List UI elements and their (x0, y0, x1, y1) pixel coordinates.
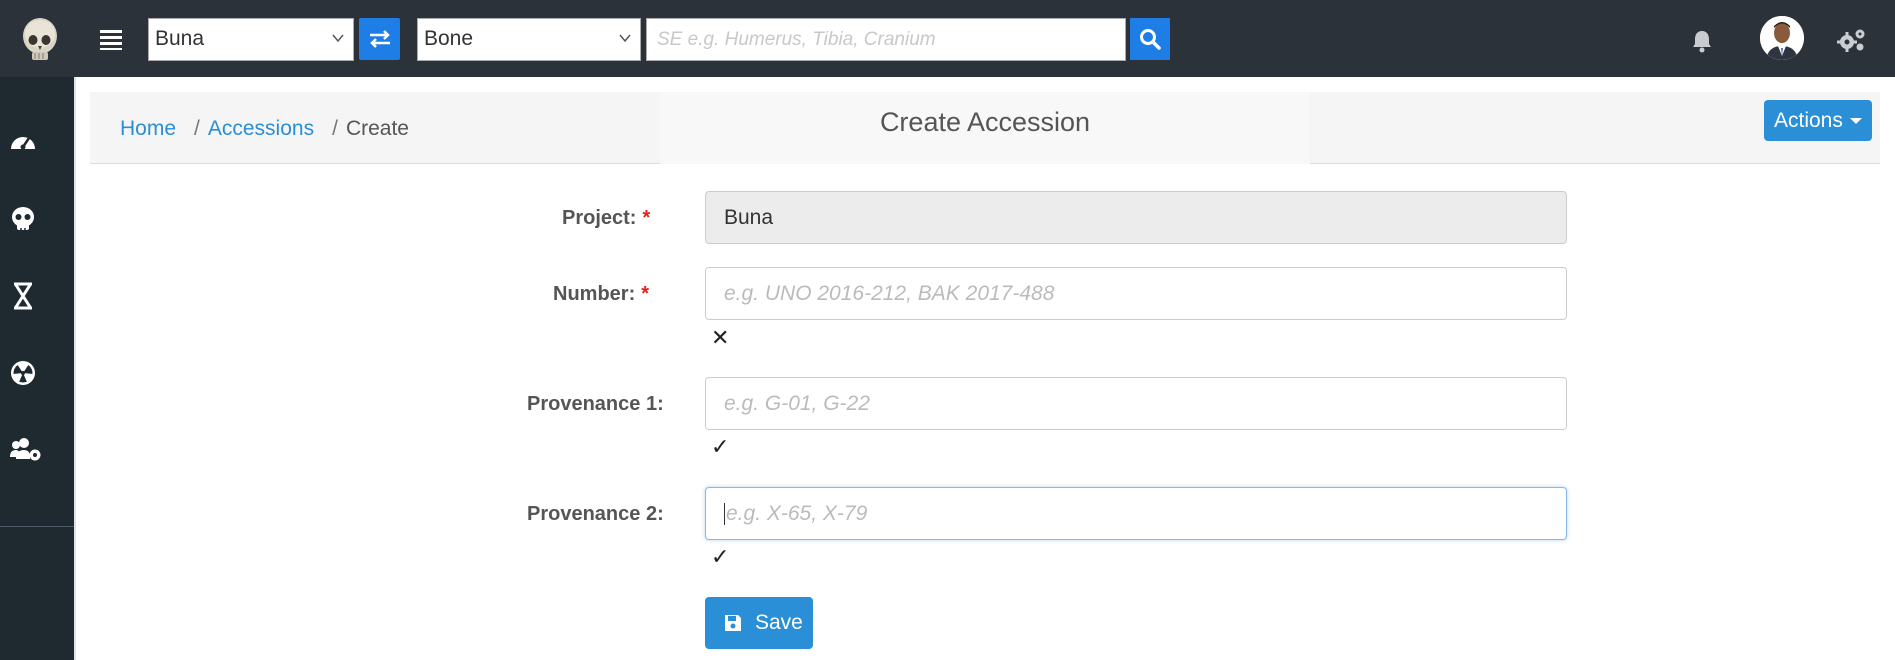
number-invalid-icon: ✕ (711, 325, 730, 350)
save-label: Save (755, 611, 803, 634)
page-title: Create Accession (660, 92, 1310, 164)
project-label-text: Project: (562, 207, 637, 229)
breadcrumb-separator: / (332, 117, 338, 140)
breadcrumb-current: Create (345, 117, 409, 140)
actions-dropdown-button[interactable]: Actions (1764, 100, 1872, 141)
breadcrumb-separator: / (194, 117, 200, 140)
provenance1-label: Provenance 1: (527, 393, 664, 416)
chevron-down-icon (332, 34, 344, 43)
user-avatar[interactable] (1760, 16, 1804, 60)
provenance2-label: Provenance 2: (527, 503, 664, 526)
swap-button[interactable] (359, 18, 400, 60)
breadcrumb: Home / Accessions / Create (120, 117, 409, 141)
search-icon (1140, 29, 1161, 50)
dashboard-icon[interactable] (8, 127, 38, 157)
users-cog-icon[interactable] (8, 435, 42, 465)
number-input[interactable]: e.g. UNO 2016-212, BAK 2017-488 (705, 267, 1567, 320)
breadcrumb-accessions-link[interactable]: Accessions (208, 117, 314, 141)
search-button[interactable] (1130, 18, 1170, 60)
provenance2-valid-icon: ✓ (711, 544, 730, 569)
search-input[interactable]: SE e.g. Humerus, Tibia, Cranium (646, 18, 1126, 61)
project-select[interactable]: Buna (148, 18, 354, 61)
type-select-value: Bone (424, 27, 474, 50)
radiation-icon[interactable] (8, 358, 38, 388)
text-cursor (724, 503, 725, 526)
hamburger-icon[interactable] (98, 26, 124, 52)
skull-icon[interactable] (8, 204, 38, 234)
sidebar (0, 77, 74, 660)
project-field: Buna (705, 191, 1567, 244)
provenance2-placeholder: e.g. X-65, X-79 (726, 502, 868, 525)
project-field-value: Buna (724, 206, 774, 229)
provenance2-label-text: Provenance 2: (527, 503, 664, 525)
main-content (74, 77, 1895, 660)
caret-down-icon (1850, 118, 1862, 124)
swap-icon (369, 30, 390, 48)
required-mark: * (641, 283, 650, 305)
top-navbar: Buna Bone SE e.g. Humerus, Tibia, Craniu… (0, 0, 1895, 77)
sidebar-divider (0, 526, 74, 527)
provenance1-label-text: Provenance 1: (527, 393, 664, 415)
search-placeholder: SE e.g. Humerus, Tibia, Cranium (657, 29, 936, 50)
save-icon (725, 615, 741, 631)
project-label: Project: * (562, 207, 650, 230)
actions-label: Actions (1774, 109, 1843, 132)
provenance2-input[interactable]: e.g. X-65, X-79 (705, 487, 1567, 540)
provenance1-valid-icon: ✓ (711, 434, 730, 459)
chevron-down-icon (619, 34, 631, 43)
dna-icon[interactable] (8, 281, 38, 311)
provenance1-placeholder: e.g. G-01, G-22 (724, 392, 870, 415)
type-select[interactable]: Bone (417, 18, 641, 61)
skull-logo-icon[interactable] (14, 14, 66, 66)
gears-icon[interactable] (1835, 26, 1867, 54)
user-photo-icon (1760, 16, 1804, 60)
bell-icon[interactable] (1690, 28, 1714, 54)
save-button[interactable]: Save (705, 597, 813, 649)
number-label-text: Number: (553, 283, 636, 305)
required-mark: * (642, 207, 651, 229)
number-label: Number: * (553, 283, 649, 306)
provenance1-input[interactable]: e.g. G-01, G-22 (705, 377, 1567, 430)
breadcrumb-home-link[interactable]: Home (120, 117, 176, 141)
project-select-value: Buna (155, 27, 205, 50)
number-placeholder: e.g. UNO 2016-212, BAK 2017-488 (724, 282, 1055, 305)
